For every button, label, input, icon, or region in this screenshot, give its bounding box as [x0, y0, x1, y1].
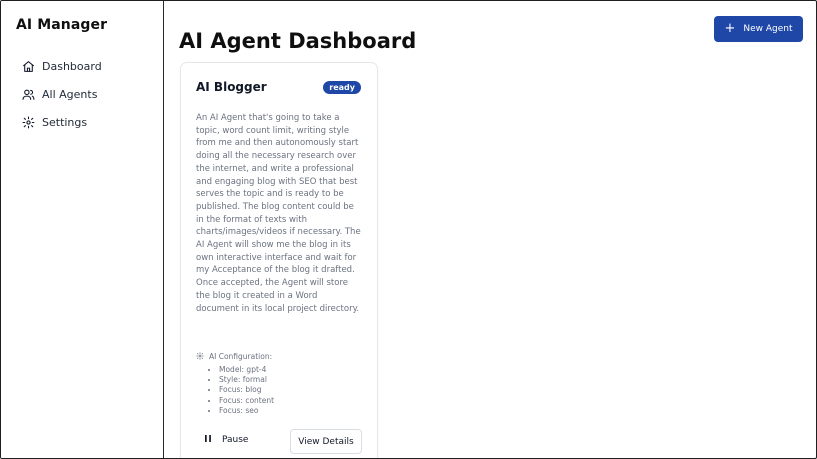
app-window: AI Manager Dashboard All Agents Settings… — [0, 0, 817, 459]
new-agent-label: New Agent — [743, 24, 793, 34]
configuration-heading: AI Configuration: — [209, 352, 273, 361]
pause-label: Pause — [222, 435, 249, 445]
sidebar: AI Manager Dashboard All Agents Settings — [1, 1, 164, 458]
sidebar-item-all-agents[interactable]: All Agents — [13, 80, 153, 108]
config-item-focus-content: Focus: content — [219, 396, 362, 406]
agent-description: An AI Agent that's going to take a topic… — [196, 113, 361, 314]
config-item-focus-blog: Focus: blog — [219, 385, 362, 395]
pause-button[interactable]: Pause — [204, 434, 248, 446]
pause-icon — [204, 434, 212, 446]
sidebar-item-settings[interactable]: Settings — [13, 108, 153, 136]
sidebar-item-label: Settings — [42, 115, 88, 129]
main-content: AI Agent Dashboard + New Agent AI Blogge… — [164, 1, 816, 458]
agent-name: AI Blogger — [196, 80, 267, 94]
sidebar-item-dashboard[interactable]: Dashboard — [13, 52, 153, 80]
page-title: AI Agent Dashboard — [179, 29, 417, 54]
settings-icon — [196, 351, 204, 362]
sidebar-item-label: All Agents — [42, 87, 98, 101]
agent-card: AI Blogger ready An AI Agent that's goin… — [180, 62, 378, 458]
users-icon — [21, 87, 35, 101]
config-item-focus-seo: Focus: seo — [219, 406, 362, 416]
new-agent-button[interactable]: + New Agent — [714, 16, 803, 42]
config-item-model: Model: gpt-4 — [219, 365, 362, 375]
configuration-header: AI Configuration: — [196, 351, 362, 362]
home-icon — [21, 59, 35, 73]
app-title: AI Manager — [16, 17, 108, 33]
sidebar-nav: Dashboard All Agents Settings — [13, 52, 153, 136]
status-badge: ready — [323, 81, 361, 94]
plus-icon: + — [724, 21, 736, 36]
ai-configuration: AI Configuration: Model: gpt-4 Style: fo… — [196, 351, 362, 416]
config-item-style: Style: formal — [219, 375, 362, 385]
sidebar-item-label: Dashboard — [42, 59, 102, 73]
gear-icon — [21, 115, 35, 129]
view-details-button[interactable]: View Details — [290, 429, 362, 454]
configuration-list: Model: gpt-4 Style: formal Focus: blog F… — [196, 365, 362, 416]
